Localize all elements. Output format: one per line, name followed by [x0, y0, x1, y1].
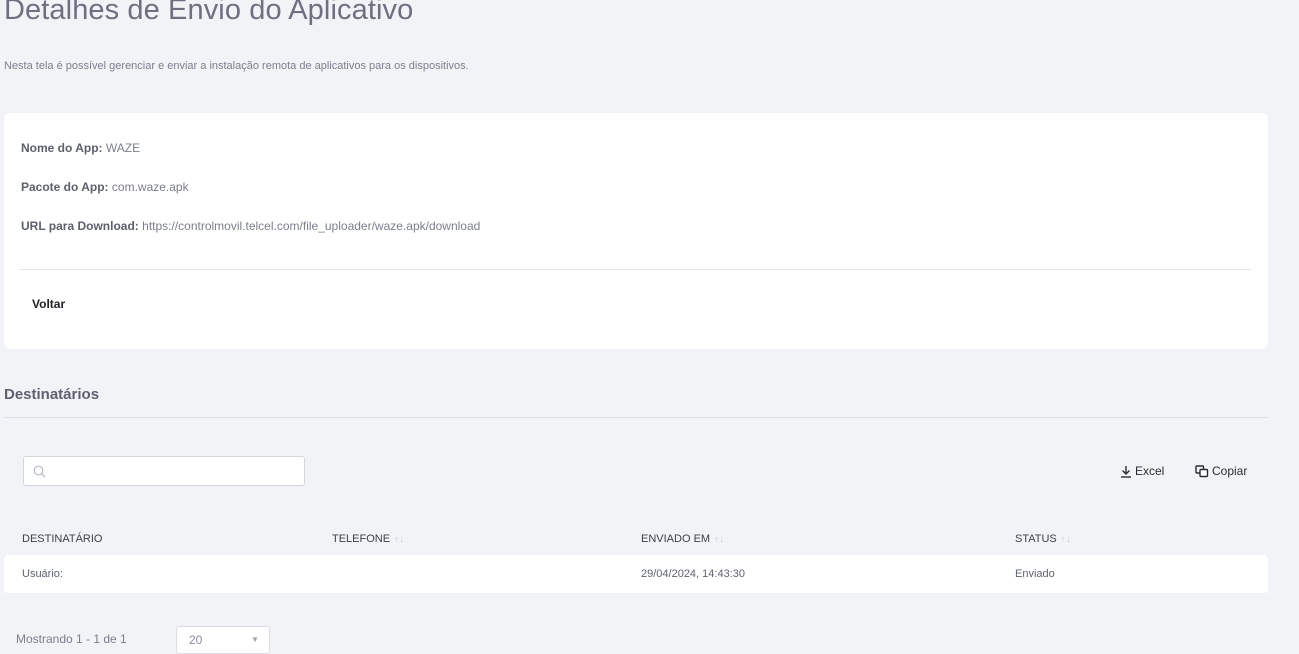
download-icon [1121, 465, 1131, 478]
table-row: Usuário: 29/04/2024, 14:43:30 Enviado [4, 555, 1268, 593]
sort-arrows-icon[interactable]: ↑↓ [714, 534, 725, 544]
page-size-select[interactable]: 20 ▼ [176, 626, 270, 654]
copy-label: Copiar [1212, 464, 1248, 478]
column-header-label: ENVIADO EM [641, 533, 711, 545]
cell-recipient: Usuário: [22, 568, 63, 580]
sort-arrows-icon[interactable]: ↑↓ [394, 534, 405, 544]
download-url-label: URL para Download: [21, 219, 139, 233]
chevron-down-icon: ▼ [251, 635, 259, 644]
back-button[interactable]: Voltar [32, 297, 65, 311]
copy-button[interactable]: Copiar [1195, 462, 1247, 480]
column-header-sent-at[interactable]: ENVIADO EM ↑↓ [641, 533, 725, 545]
sort-arrows-icon[interactable]: ↑↓ [1061, 534, 1072, 544]
page-subtitle: Nesta tela é possível gerenciar e enviar… [4, 60, 469, 72]
search-icon [33, 465, 46, 478]
column-header-status[interactable]: STATUS ↑↓ [1015, 533, 1072, 545]
download-url-row: URL para Download: https://controlmovil.… [21, 219, 480, 233]
section-divider [4, 417, 1268, 418]
download-url-value: https://controlmovil.telcel.com/file_upl… [142, 219, 481, 233]
app-details-card: Nome do App: WAZE Pacote do App: com.waz… [4, 113, 1268, 349]
column-header-phone[interactable]: TELEFONE ↑↓ [332, 533, 405, 545]
cell-sent-at: 29/04/2024, 14:43:30 [641, 568, 745, 580]
excel-label: Excel [1135, 464, 1165, 478]
app-package-value: com.waze.apk [111, 180, 189, 194]
page-size-value: 20 [189, 633, 203, 647]
column-header-label: STATUS [1015, 533, 1057, 545]
app-name-value: WAZE [105, 141, 141, 155]
app-name-label: Nome do App: [21, 141, 103, 155]
app-package-label: Pacote do App: [21, 180, 109, 194]
column-header-label: DESTINATÁRIO [22, 533, 103, 545]
column-header-label: TELEFONE [332, 533, 391, 545]
page-title: Detalhes de Envio do Aplicativo [4, 0, 414, 26]
search-input[interactable] [52, 460, 300, 482]
column-header-recipient: DESTINATÁRIO [22, 533, 102, 545]
card-divider [20, 269, 1251, 270]
cell-status: Enviado [1015, 568, 1055, 580]
paging-info: Mostrando 1 - 1 de 1 [16, 632, 127, 646]
search-box[interactable] [23, 456, 305, 486]
recipients-section-title: Destinatários [4, 386, 100, 403]
excel-export-button[interactable]: Excel [1120, 462, 1164, 480]
app-package-row: Pacote do App: com.waze.apk [21, 180, 189, 194]
app-name-row: Nome do App: WAZE [21, 141, 140, 155]
copy-icon [1195, 464, 1209, 477]
